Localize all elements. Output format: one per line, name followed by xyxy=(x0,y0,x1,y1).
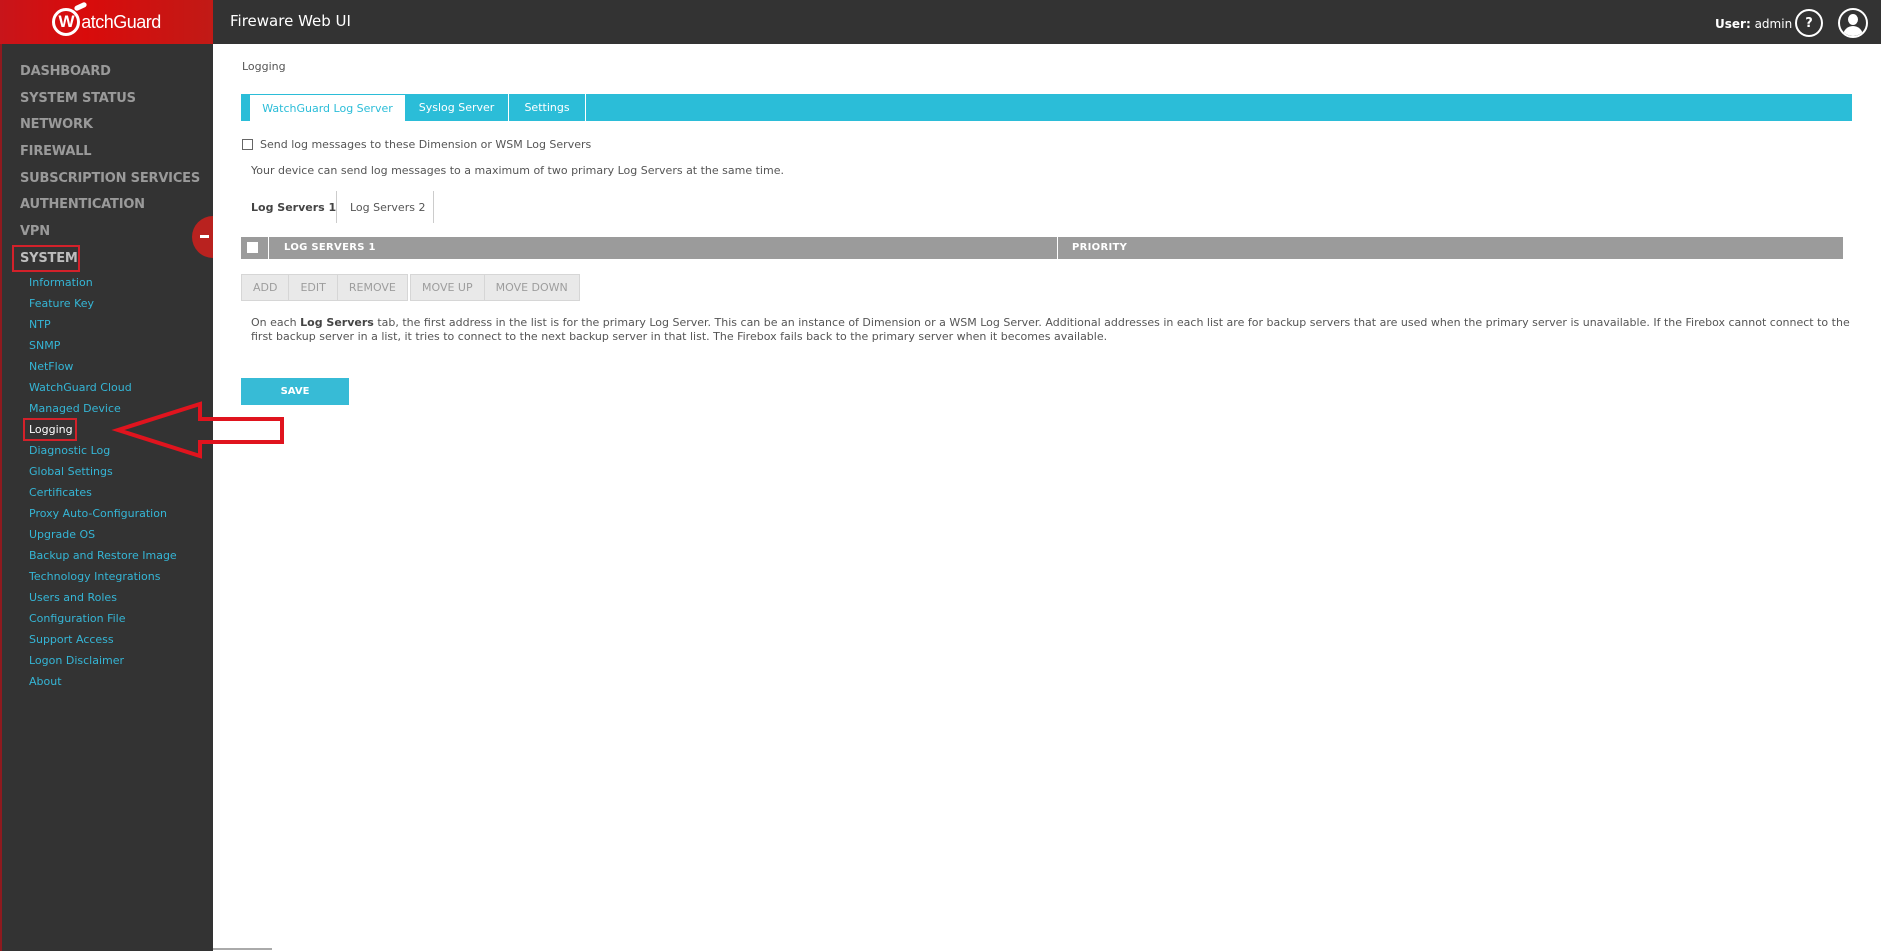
nav-firewall[interactable]: FIREWALL xyxy=(20,144,92,159)
nav-support-access[interactable]: Support Access xyxy=(29,633,114,646)
nav-technology-integrations[interactable]: Technology Integrations xyxy=(29,570,160,583)
nav-proxy-auto-configuration[interactable]: Proxy Auto-Configuration xyxy=(29,507,167,520)
horizontal-scrollbar[interactable] xyxy=(213,948,272,950)
collapse-menu-button[interactable] xyxy=(192,216,215,258)
subtab-divider xyxy=(433,191,434,223)
column-priority[interactable]: PRIORITY xyxy=(1072,242,1127,253)
main-content: Logging WatchGuard Log Server Syslog Ser… xyxy=(213,44,1881,951)
nav-users-and-roles[interactable]: Users and Roles xyxy=(29,591,117,604)
logo-w-icon: W xyxy=(52,8,81,36)
page-title: Logging xyxy=(242,60,286,73)
subtab-log-servers-1[interactable]: Log Servers 1 xyxy=(251,191,336,223)
watchguard-logo[interactable]: W atchGuard xyxy=(0,0,213,44)
help-paragraph-suffix: tab, the first address in the list is fo… xyxy=(251,316,1850,343)
subtab-log-servers-2[interactable]: Log Servers 2 xyxy=(350,191,425,223)
logo-mark: W atchGuard xyxy=(52,8,161,36)
nav-snmp[interactable]: SNMP xyxy=(29,339,60,352)
help-paragraph-prefix: On each xyxy=(251,316,301,329)
column-divider xyxy=(268,237,269,259)
logo-text: atchGuard xyxy=(81,11,161,32)
nav-diagnostic-log[interactable]: Diagnostic Log xyxy=(29,444,110,457)
app-title: Fireware Web UI xyxy=(230,12,351,30)
order-button-group: MOVE UP MOVE DOWN xyxy=(410,274,580,301)
nav-managed-device[interactable]: Managed Device xyxy=(29,402,121,415)
annotation-highlight-system xyxy=(12,245,80,272)
send-log-messages-label: Send log messages to these Dimension or … xyxy=(260,138,592,151)
nav-authentication[interactable]: AUTHENTICATION xyxy=(20,197,145,212)
tab-settings[interactable]: Settings xyxy=(509,94,586,121)
edit-button[interactable]: EDIT xyxy=(289,275,338,300)
nav-netflow[interactable]: NetFlow xyxy=(29,360,73,373)
select-all-checkbox[interactable] xyxy=(247,242,258,253)
nav-feature-key[interactable]: Feature Key xyxy=(29,297,94,310)
sidebar: DASHBOARD SYSTEM STATUS NETWORK FIREWALL… xyxy=(0,44,215,951)
log-servers-table-header: LOG SERVERS 1 PRIORITY xyxy=(241,237,1843,259)
nav-watchguard-cloud[interactable]: WatchGuard Cloud xyxy=(29,381,132,394)
tab-syslog-server[interactable]: Syslog Server xyxy=(405,94,509,121)
nav-logon-disclaimer[interactable]: Logon Disclaimer xyxy=(29,654,124,667)
help-paragraph: On each Log Servers tab, the first addre… xyxy=(251,316,1851,344)
move-up-button[interactable]: MOVE UP xyxy=(411,275,485,300)
nav-backup-restore-image[interactable]: Backup and Restore Image xyxy=(29,549,177,562)
help-icon: ? xyxy=(1805,15,1813,31)
info-text: Your device can send log messages to a m… xyxy=(251,164,784,177)
tab-bar: WatchGuard Log Server Syslog Server Sett… xyxy=(241,94,1852,121)
nav-ntp[interactable]: NTP xyxy=(29,318,51,331)
nav-dashboard[interactable]: DASHBOARD xyxy=(20,64,111,79)
annotation-highlight-logging xyxy=(23,418,77,441)
user-prefix: User: xyxy=(1715,17,1751,31)
help-paragraph-bold: Log Servers xyxy=(300,316,374,329)
user-label: User: admin xyxy=(1715,17,1792,31)
nav-global-settings[interactable]: Global Settings xyxy=(29,465,113,478)
nav-upgrade-os[interactable]: Upgrade OS xyxy=(29,528,95,541)
send-log-messages-checkbox[interactable] xyxy=(242,139,253,150)
nav-about[interactable]: About xyxy=(29,675,62,688)
user-name: admin xyxy=(1754,17,1793,31)
nav-information[interactable]: Information xyxy=(29,276,93,289)
subtab-divider xyxy=(336,191,337,223)
move-down-button[interactable]: MOVE DOWN xyxy=(484,275,579,300)
add-button[interactable]: ADD xyxy=(242,275,290,300)
top-bar: W atchGuard Fireware Web UI User: admin … xyxy=(0,0,1881,44)
column-log-servers[interactable]: LOG SERVERS 1 xyxy=(284,242,376,253)
nav-network[interactable]: NETWORK xyxy=(20,117,93,132)
edit-button-group: ADD EDIT REMOVE xyxy=(241,274,408,301)
user-menu-button[interactable] xyxy=(1838,8,1868,38)
tab-watchguard-log-server[interactable]: WatchGuard Log Server xyxy=(250,95,405,121)
nav-configuration-file[interactable]: Configuration File xyxy=(29,612,126,625)
nav-subscription-services[interactable]: SUBSCRIPTION SERVICES xyxy=(20,171,200,186)
minus-icon xyxy=(200,235,209,238)
remove-button[interactable]: REMOVE xyxy=(337,275,407,300)
nav-vpn[interactable]: VPN xyxy=(20,224,50,239)
save-button[interactable]: SAVE xyxy=(241,378,349,405)
nav-system-status[interactable]: SYSTEM STATUS xyxy=(20,91,136,106)
help-button[interactable]: ? xyxy=(1795,9,1823,37)
nav-certificates[interactable]: Certificates xyxy=(29,486,92,499)
column-divider xyxy=(1057,237,1058,259)
